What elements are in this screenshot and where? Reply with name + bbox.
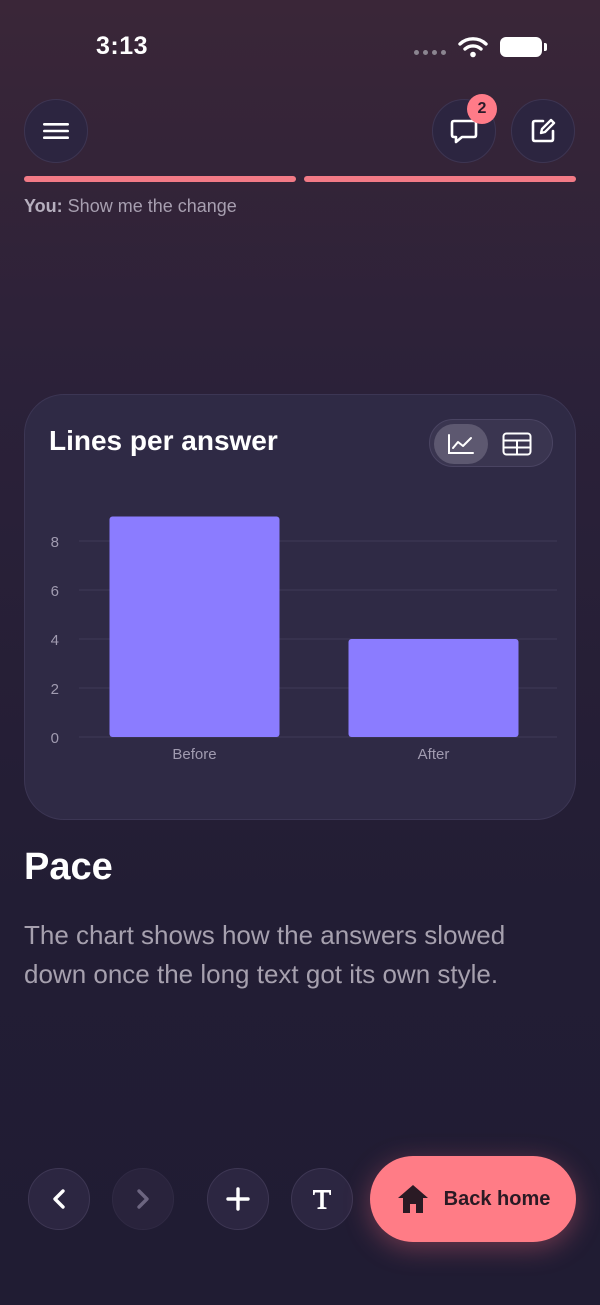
status-time: 3:13 [96,32,149,60]
back-home-button[interactable]: Back home [370,1156,576,1242]
chevron-right-icon [137,1189,149,1209]
y-tick-label: 0 [51,730,59,747]
x-tick-label: Before [172,746,216,763]
story-progress [24,176,576,182]
edit-icon [531,118,556,143]
prompt-text: Show me the change [67,196,237,216]
y-tick-label: 2 [51,681,59,698]
prompt-context: You: Show me the change [24,196,237,217]
chart-card: Lines per answer 0 2 4 6 8 Before After [24,394,576,820]
section-body: The chart shows how the answers slowed d… [24,920,506,989]
cellular-signal-icon [414,49,446,55]
status-icons [414,36,547,58]
progress-segment [304,176,576,182]
y-tick-label: 8 [51,534,59,551]
add-button[interactable] [207,1168,269,1230]
battery-icon [500,37,547,57]
plus-icon [226,1187,250,1211]
chevron-left-icon [53,1189,65,1209]
notification-badge: 2 [467,94,497,124]
bar-chart: 0 2 4 6 8 Before After [51,516,557,763]
chat-button[interactable]: 2 [432,94,497,163]
menu-button[interactable] [24,99,88,163]
previous-button[interactable] [28,1168,90,1230]
edit-button[interactable] [511,99,575,163]
status-bar: 3:13 [0,0,600,96]
home-icon [397,1185,428,1213]
text-format-icon [313,1190,331,1209]
y-tick-label: 6 [51,583,59,600]
section-title: Pace [24,846,113,888]
y-tick-label: 4 [51,632,59,649]
wifi-icon [458,37,488,58]
bar [109,516,280,737]
next-button[interactable] [112,1168,174,1230]
text-style-button[interactable] [291,1168,353,1230]
speaker-label: You: [24,196,63,216]
progress-segment [24,176,296,182]
x-tick-label: After [418,746,450,763]
hamburger-icon [43,123,69,139]
bar [348,639,519,737]
back-home-label: Back home [443,1187,551,1210]
